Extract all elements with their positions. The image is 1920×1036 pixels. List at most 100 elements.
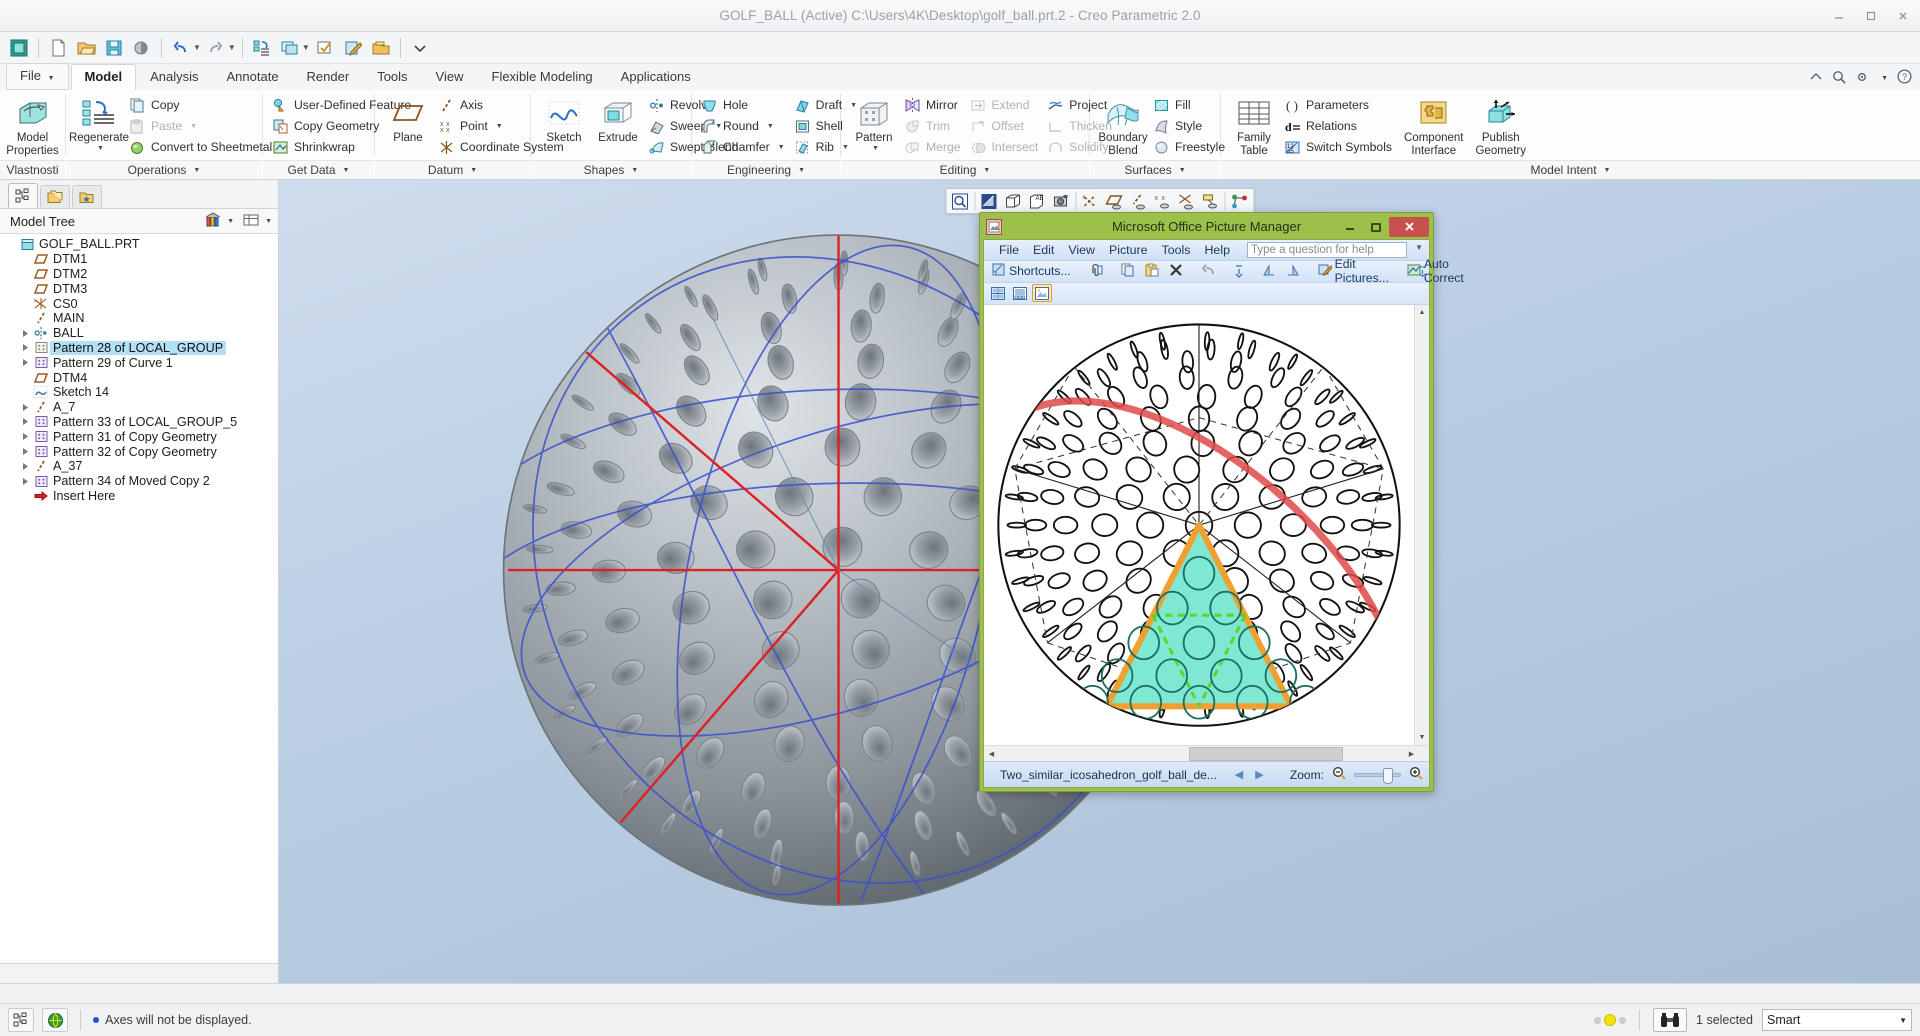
scroll-left-icon[interactable]: ◀ xyxy=(984,746,999,761)
tree-row[interactable]: Pattern 29 of Curve 1 xyxy=(0,355,278,370)
maximize-icon[interactable] xyxy=(1860,7,1882,25)
family-table-button[interactable]: FamilyTable xyxy=(1227,94,1281,160)
expand-arrow-icon[interactable] xyxy=(18,462,32,471)
folder-browser-tab[interactable] xyxy=(40,185,70,208)
freestyle-button[interactable]: Freestyle xyxy=(1150,137,1231,157)
undo-dropdown-caret[interactable]: ▼ xyxy=(193,43,201,52)
chevron-down-icon[interactable]: ▼ xyxy=(1604,167,1611,174)
chevron-down-icon[interactable]: ▼ xyxy=(193,167,200,174)
customize-icon[interactable] xyxy=(407,35,433,61)
expand-arrow-icon[interactable] xyxy=(18,477,32,486)
pm-menu-picture[interactable]: Picture xyxy=(1102,241,1155,259)
redo-dropdown-caret[interactable]: ▼ xyxy=(228,43,236,52)
pm-delete-button[interactable] xyxy=(1165,262,1187,281)
checkmark-icon[interactable] xyxy=(312,35,338,61)
tree-row[interactable]: MAIN xyxy=(0,311,278,326)
chevron-down-icon[interactable]: ▼ xyxy=(1415,243,1423,252)
selection-filter-dropdown[interactable]: Smart ▼ xyxy=(1762,1009,1912,1031)
tree-row[interactable]: BALL xyxy=(0,326,278,341)
expand-arrow-icon[interactable] xyxy=(18,343,32,352)
search-binoculars-icon[interactable] xyxy=(1653,1008,1687,1032)
convert-to-sheetmetal-button[interactable]: Convert to Sheetmetal xyxy=(126,137,278,157)
paste-button[interactable]: Paste ▼ xyxy=(126,116,278,136)
hole-button[interactable]: Hole xyxy=(698,95,791,115)
new-icon[interactable] xyxy=(45,35,71,61)
scroll-up-icon[interactable]: ▲ xyxy=(1415,305,1430,320)
picture-canvas[interactable]: ▲ ▼ xyxy=(984,304,1429,745)
picture-vertical-scrollbar[interactable]: ▲ ▼ xyxy=(1414,305,1429,745)
chevron-down-icon[interactable]: ▼ xyxy=(767,123,774,130)
pattern-button[interactable]: Pattern ▼ xyxy=(847,94,901,154)
merge-button[interactable]: Merge xyxy=(901,137,967,157)
edit-pictures-button[interactable]: Edit Pictures... xyxy=(1314,256,1393,286)
picture-image-area[interactable] xyxy=(984,305,1414,745)
extend-button[interactable]: Extend xyxy=(967,95,1045,115)
tree-columns-icon[interactable] xyxy=(242,212,260,231)
tree-row[interactable]: A_37 xyxy=(0,459,278,474)
navigator-resize-handle[interactable] xyxy=(0,963,278,983)
graphics-window[interactable]: AB x xx xyxy=(279,180,1920,983)
pm-menu-help[interactable]: Help xyxy=(1197,241,1236,259)
minimize-ribbon-icon[interactable] xyxy=(1809,71,1823,86)
attach-button[interactable] xyxy=(1085,262,1107,281)
parameters-button[interactable]: ( ) Parameters xyxy=(1281,95,1398,115)
sketch-button[interactable]: Sketch xyxy=(537,94,591,147)
open-icon[interactable] xyxy=(73,35,99,61)
tree-row[interactable]: Insert Here xyxy=(0,489,278,504)
scroll-down-icon[interactable]: ▼ xyxy=(1415,730,1430,745)
boundary-blend-button[interactable]: BoundaryBlend xyxy=(1096,94,1150,160)
expand-arrow-icon[interactable] xyxy=(18,329,32,338)
style-button[interactable]: Style xyxy=(1150,116,1231,136)
tree-row[interactable]: A_7 xyxy=(0,400,278,415)
rotate-right-button[interactable] xyxy=(1282,262,1304,281)
next-picture-button[interactable]: ▶ xyxy=(1253,768,1265,781)
pm-menu-edit[interactable]: Edit xyxy=(1026,241,1061,259)
chevron-down-icon[interactable]: ▼ xyxy=(97,145,104,152)
pm-menu-view[interactable]: View xyxy=(1061,241,1102,259)
chevron-down-icon[interactable]: ▼ xyxy=(1881,75,1888,82)
redo-icon[interactable] xyxy=(203,35,229,61)
undo-icon[interactable] xyxy=(168,35,194,61)
pm-undo-button[interactable] xyxy=(1197,262,1220,281)
tab-annotate[interactable]: Annotate xyxy=(213,64,293,90)
pm-maximize-icon[interactable] xyxy=(1363,217,1389,237)
close-icon[interactable] xyxy=(1892,7,1914,25)
plane-button[interactable]: Plane xyxy=(381,94,435,147)
single-picture-view-icon[interactable] xyxy=(1032,284,1052,302)
minimize-icon[interactable] xyxy=(1828,7,1850,25)
tab-analysis[interactable]: Analysis xyxy=(136,64,212,90)
previous-picture-button[interactable]: ◀ xyxy=(1233,768,1245,781)
component-interface-button[interactable]: ComponentInterface xyxy=(1398,94,1469,160)
scroll-right-icon[interactable]: ▶ xyxy=(1404,746,1419,761)
tree-row[interactable]: Pattern 33 of LOCAL_GROUP_5 xyxy=(0,415,278,430)
tree-row[interactable]: DTM4 xyxy=(0,370,278,385)
round-button[interactable]: Round ▼ xyxy=(698,116,791,136)
tab-render[interactable]: Render xyxy=(293,64,364,90)
fill-button[interactable]: Fill xyxy=(1150,95,1231,115)
tree-toggle-icon[interactable] xyxy=(8,1008,34,1032)
expand-arrow-icon[interactable] xyxy=(18,417,32,426)
hscroll-thumb[interactable] xyxy=(1189,747,1343,761)
rotate-left-button[interactable] xyxy=(1258,262,1280,281)
zoom-in-icon[interactable] xyxy=(1409,766,1423,783)
save-icon[interactable] xyxy=(101,35,127,61)
tab-model[interactable]: Model xyxy=(71,64,137,90)
picture-horizontal-scrollbar[interactable]: ◀ ▶ xyxy=(984,745,1429,761)
tab-file[interactable]: File ▼ xyxy=(6,63,69,90)
chevron-down-icon[interactable]: ▼ xyxy=(227,218,234,225)
tree-row[interactable]: Pattern 31 of Copy Geometry xyxy=(0,429,278,444)
extrude-button[interactable]: Extrude xyxy=(591,94,645,147)
copy-button[interactable]: Copy xyxy=(126,95,278,115)
publish-geometry-button[interactable]: PublishGeometry xyxy=(1469,94,1532,160)
switch-symbols-button[interactable]: 12d5 Switch Symbols xyxy=(1281,137,1398,157)
chevron-down-icon[interactable]: ▼ xyxy=(872,145,879,152)
chevron-down-icon[interactable]: ▼ xyxy=(343,167,350,174)
pm-minimize-icon[interactable] xyxy=(1337,217,1363,237)
chevron-down-icon[interactable]: ▼ xyxy=(496,123,503,130)
tree-row[interactable]: Pattern 32 of Copy Geometry xyxy=(0,444,278,459)
annotate-icon[interactable] xyxy=(340,35,366,61)
chevron-down-icon[interactable]: ▼ xyxy=(778,144,785,151)
creo-logo-icon[interactable] xyxy=(6,35,32,61)
regenerate-button[interactable]: Regenerate ▼ xyxy=(72,94,126,154)
hscroll-track[interactable] xyxy=(999,746,1404,762)
